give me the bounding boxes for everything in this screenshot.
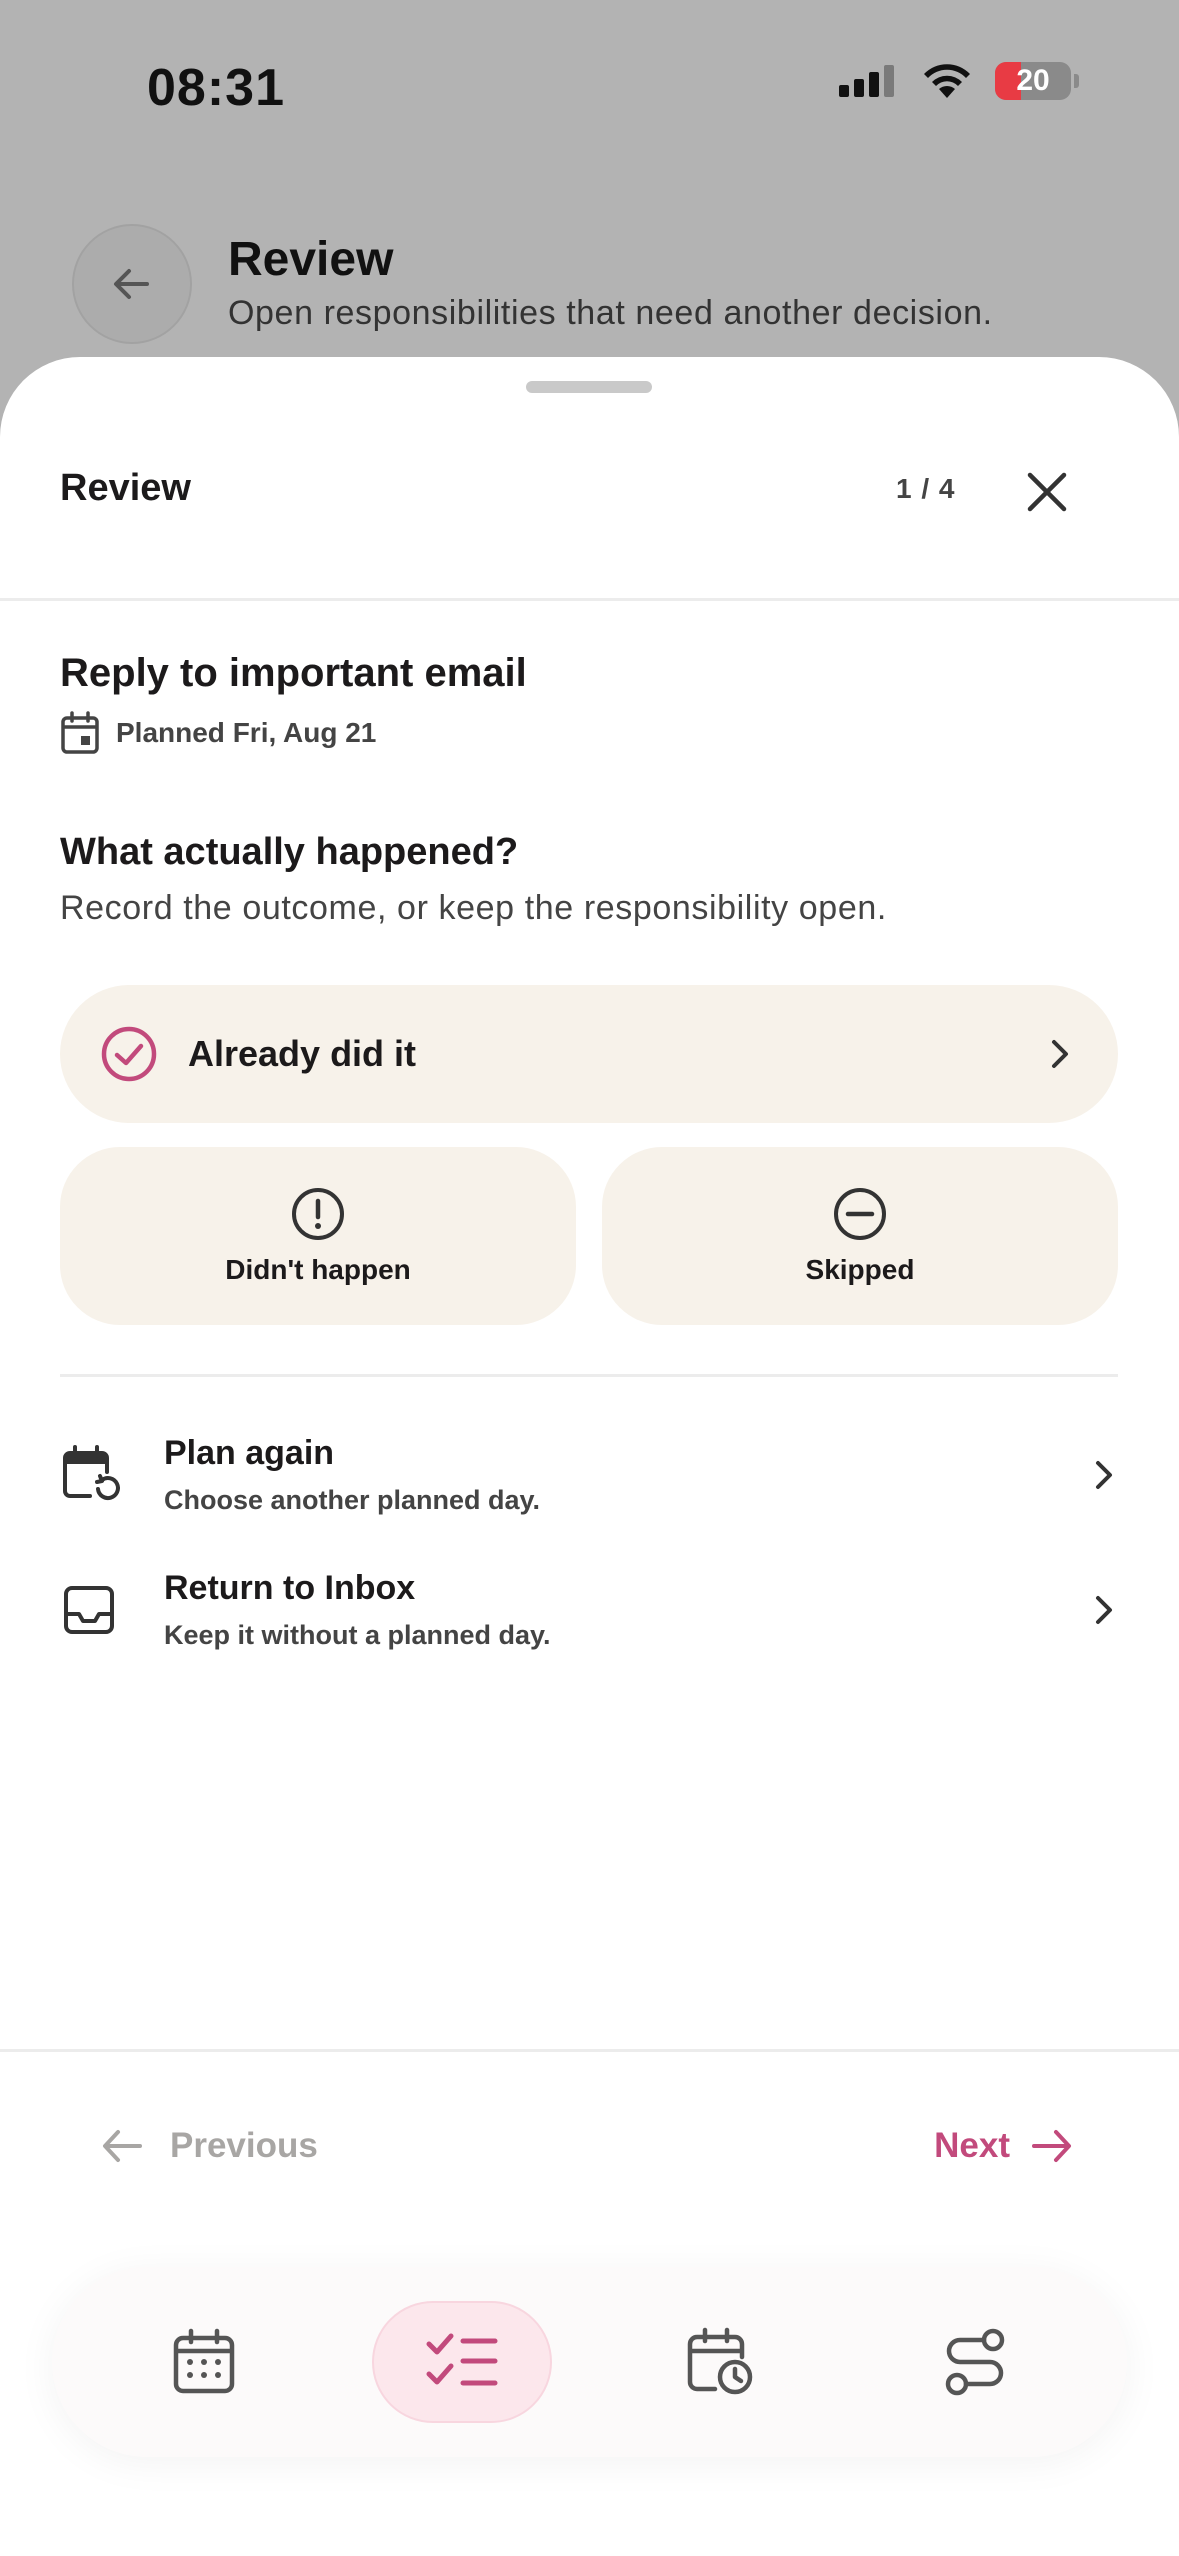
close-icon	[1027, 472, 1067, 512]
divider	[60, 1374, 1118, 1377]
calendar-repeat-icon	[63, 1445, 120, 1500]
divider	[0, 598, 1179, 601]
signal-icon	[839, 65, 894, 97]
return-to-inbox-row[interactable]: Return to Inbox Keep it without a planne…	[60, 1555, 1118, 1665]
arrow-right-icon	[1032, 2130, 1071, 2162]
plan-again-subtitle: Choose another planned day.	[164, 1485, 541, 1515]
planned-label: Planned Fri, Aug 21	[116, 717, 377, 748]
status-time: 08:31	[147, 59, 285, 117]
chevron-right-icon	[1096, 1461, 1112, 1489]
skipped-label: Skipped	[805, 1254, 915, 1285]
calendar-grid-icon	[173, 2328, 235, 2394]
battery-level: 20	[1016, 64, 1050, 97]
already-did-it-button[interactable]: Already did it	[60, 985, 1118, 1123]
previous-button[interactable]: Previous	[100, 2126, 318, 2166]
skipped-button[interactable]: Skipped	[602, 1147, 1118, 1325]
question-heading: What actually happened?	[60, 831, 519, 873]
already-did-it-label: Already did it	[188, 1033, 417, 1074]
inbox-icon	[64, 1586, 114, 1634]
sheet-grabber[interactable]	[526, 381, 652, 393]
arrow-left-icon	[114, 269, 149, 299]
sheet-title: Review	[60, 467, 191, 509]
wifi-icon	[924, 64, 970, 98]
review-sheet: Review 1 / 4 Reply to important email Pl…	[0, 357, 1179, 2556]
route-settings-icon	[945, 2328, 1005, 2396]
alert-circle-icon	[292, 1188, 344, 1240]
back-button[interactable]	[72, 224, 192, 344]
tab-bar	[52, 2267, 1127, 2457]
question-subtitle: Record the outcome, or keep the responsi…	[60, 889, 887, 927]
tab-calendar[interactable]	[114, 2301, 294, 2423]
task-title: Reply to important email	[60, 651, 527, 695]
chevron-right-icon	[1052, 1040, 1068, 1068]
planned-date: Planned Fri, Aug 21	[60, 711, 376, 755]
status-icons: 20	[839, 62, 1079, 100]
checklist-icon	[426, 2333, 498, 2386]
didnt-happen-label: Didn't happen	[225, 1254, 411, 1285]
return-to-inbox-title: Return to Inbox	[164, 1569, 416, 1607]
divider	[0, 2049, 1179, 2052]
plan-again-row[interactable]: Plan again Choose another planned day.	[60, 1420, 1118, 1530]
arrow-left-icon	[103, 2130, 142, 2162]
return-to-inbox-subtitle: Keep it without a planned day.	[164, 1620, 551, 1650]
calendar-icon	[61, 711, 99, 754]
didnt-happen-button[interactable]: Didn't happen	[60, 1147, 576, 1325]
chevron-right-icon	[1096, 1596, 1112, 1624]
minus-circle-icon	[834, 1188, 886, 1240]
plan-again-title: Plan again	[164, 1434, 335, 1472]
next-label: Next	[934, 2126, 1010, 2165]
calendar-clock-icon	[687, 2327, 753, 2395]
review-counter: 1 / 4	[896, 473, 956, 504]
tab-settings[interactable]	[885, 2301, 1065, 2423]
close-button[interactable]	[1012, 457, 1082, 527]
tab-review[interactable]	[372, 2301, 552, 2423]
check-circle-icon	[101, 1026, 157, 1082]
page-subtitle: Open responsibilities that need another …	[228, 294, 993, 332]
next-button[interactable]: Next	[934, 2126, 1074, 2166]
page-title: Review	[228, 233, 394, 286]
previous-label: Previous	[170, 2126, 318, 2165]
tab-schedule[interactable]	[630, 2301, 810, 2423]
battery-icon: 20	[995, 62, 1071, 100]
